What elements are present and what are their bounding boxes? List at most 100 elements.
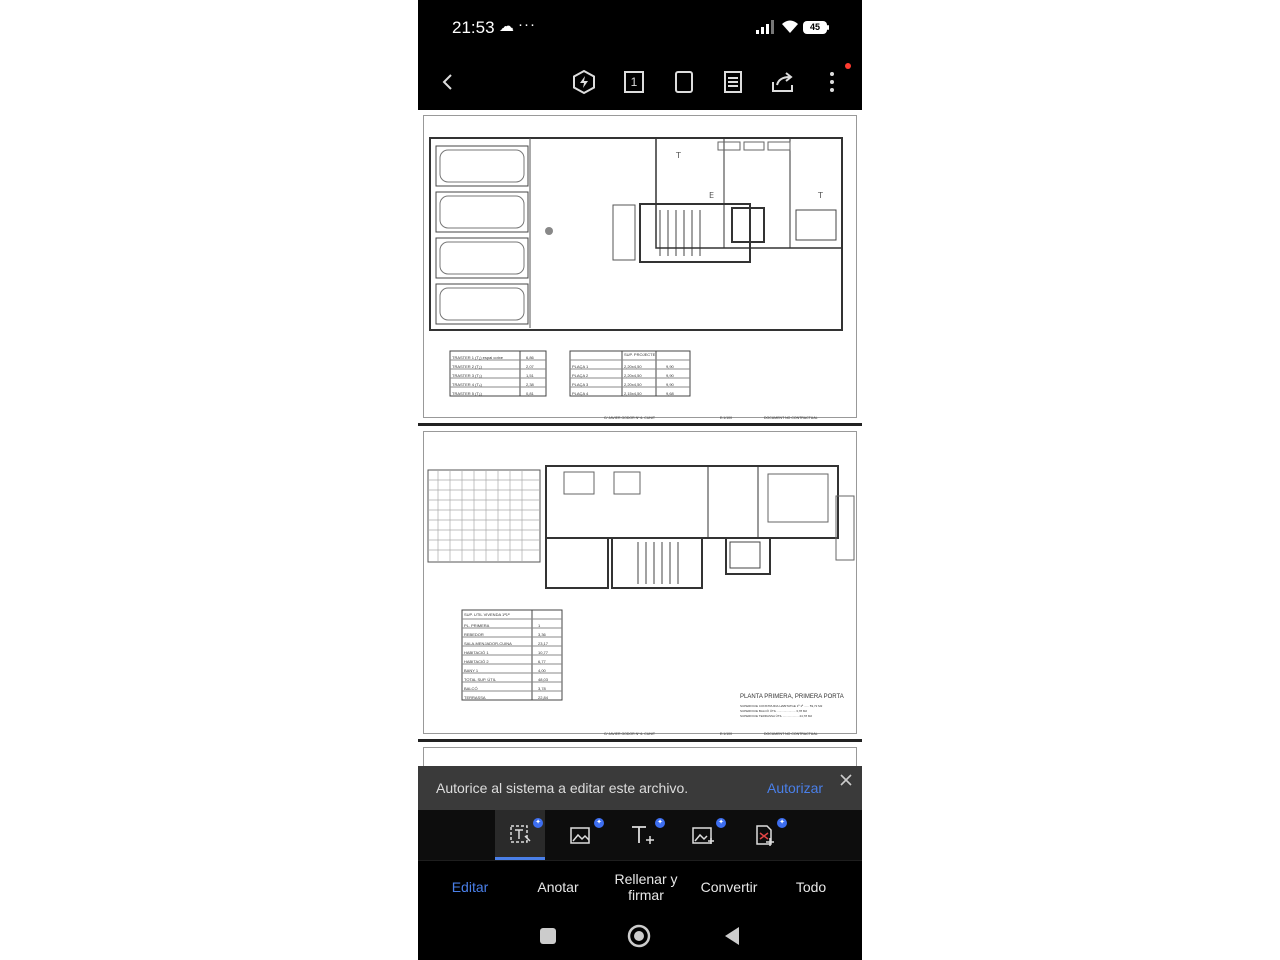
status-more: ···	[518, 16, 536, 33]
document-viewer[interactable]: T E T TRASTER 1 (T₁) espai cotxe TRASTER…	[418, 110, 862, 766]
more-options-button[interactable]	[816, 66, 848, 98]
area-row-9-label: TERRASSA	[464, 695, 486, 700]
banner-message: Autorice al sistema a editar este archiv…	[436, 780, 689, 796]
circle-icon	[627, 924, 651, 948]
parking-table-values: 9,90 9,90 9,90 9,68	[666, 362, 674, 398]
tab-rellenar-firmar[interactable]: Rellenar y firmar	[604, 861, 688, 913]
wifi-icon	[782, 20, 798, 33]
area-table-title: SUP. UTIL VIVENDA 1ª1ª	[464, 612, 510, 617]
parking-row-1-label: PLAÇA 1	[572, 364, 589, 369]
storage-row-2-label: TRASTER 2 (T₂)	[452, 364, 482, 369]
share-icon	[772, 72, 793, 92]
storage-row-1-value: 6,86	[526, 355, 534, 360]
signal-icon	[756, 20, 774, 34]
permission-banner: Autorice al sistema a editar este archiv…	[418, 766, 862, 810]
status-time: 21:53	[452, 18, 495, 37]
area-row-9-value: 22,84	[538, 695, 549, 700]
edit-text-button[interactable]: ✦	[495, 810, 545, 860]
plan-title: PLANTA PRIMERA, PRIMERA PORTA	[740, 694, 844, 700]
add-text-button[interactable]: ✦	[617, 810, 667, 860]
parking-row-4-label: PLAÇA 4	[572, 391, 589, 396]
storage-row-5-label: TRASTER 5 (T₅)	[452, 391, 482, 396]
add-image-button[interactable]: ✦	[678, 810, 728, 860]
smart-tool-button[interactable]	[568, 66, 600, 98]
parking-row-4-dim: 2,15x4,50	[624, 391, 642, 396]
parking-row-2-label: PLAÇA 2	[572, 373, 589, 378]
parking-row-2-dim: 2,20x4,50	[624, 373, 642, 378]
edit-image-button[interactable]: ✦	[556, 810, 606, 860]
area-table-labels: PL. PRIMERA REBEDOR SALA-MENJADOR-CUINA …	[464, 621, 512, 702]
area-row-3-value: 23,17	[538, 641, 549, 646]
pdf-page-2: SUP. UTIL VIVENDA 1ª1ª PL. PRIMERA REBED…	[418, 426, 862, 742]
home-button[interactable]	[627, 924, 651, 948]
back-nav-button[interactable]	[720, 924, 744, 948]
page2-footer-note: DOCUMENT NO CONTRACTUAL	[764, 732, 818, 736]
premium-badge-icon: ✦	[594, 818, 604, 828]
notification-dot	[845, 63, 851, 69]
bottom-tabs: Editar Anotar Rellenar y firmar Converti…	[418, 860, 862, 913]
reader-mode-button[interactable]	[717, 66, 749, 98]
area-row-8-label: BALCÓ	[464, 686, 478, 691]
area-row-2-label: REBEDOR	[464, 632, 484, 637]
premium-badge-icon: ✦	[716, 818, 726, 828]
edit-image-icon	[570, 827, 590, 844]
parking-row-3-label: PLAÇA 3	[572, 382, 589, 387]
area-row-3-label: SALA-MENJADOR-CUINA	[464, 641, 512, 646]
add-image-icon	[692, 827, 714, 844]
top-toolbar: 1	[418, 56, 862, 108]
parking-row-3-value: 9,90	[666, 382, 674, 387]
close-icon[interactable]	[838, 772, 854, 788]
edit-text-icon	[510, 824, 531, 843]
storage-row-4-label: TRASTER 4 (T₄)	[452, 382, 482, 387]
area-row-2-value: 3,36	[538, 632, 546, 637]
area-row-5-label: HABITACIÓ 2	[464, 659, 489, 664]
storage-row-3-value: 1,51	[526, 373, 534, 378]
plan-detail-3: SUPERFICIE TERRASSA ÚTIL ...............…	[740, 714, 813, 718]
page-number: 1	[630, 75, 638, 89]
parking-table-dims: 2,20x4,50 2,20x4,50 2,20x4,50 2,15x4,50	[624, 362, 642, 398]
storage-row-4-value: 2,38	[526, 382, 534, 387]
storage-row-2-value: 2,07	[526, 364, 534, 369]
recent-apps-button[interactable]	[536, 924, 560, 948]
area-row-4-value: 10,77	[538, 650, 549, 655]
parking-row-3-dim: 2,20x4,50	[624, 382, 642, 387]
storage-table-labels: TRASTER 1 (T₁) espai cotxe TRASTER 2 (T₂…	[452, 353, 503, 398]
share-button[interactable]	[767, 66, 799, 98]
chevron-left-icon	[442, 74, 452, 90]
page2-footer-scale: E:1/100	[720, 732, 733, 736]
area-row-6-value: 4,00	[538, 668, 546, 673]
back-button[interactable]	[432, 66, 464, 98]
page1-footer-address: C/ JAVIER GODOR Nº 6. CUNIT	[604, 416, 655, 420]
storage-row-5-value: 0,81	[526, 391, 534, 396]
storage-table-values: 6,86 2,07 1,51 2,38 0,81	[526, 353, 534, 398]
page-number-button[interactable]: 1	[618, 66, 650, 98]
square-icon	[540, 928, 556, 944]
premium-badge-icon: ✦	[655, 818, 665, 828]
cloud-icon: ☁	[499, 18, 514, 35]
status-bar: 21:53 ☁ ··· 45	[418, 0, 862, 56]
tab-anotar[interactable]: Anotar	[518, 861, 598, 913]
edit-tools-bar: ✦ ✦ ✦ ✦ ✦	[418, 810, 862, 860]
parking-table-header: SUP. PROJECTE	[624, 352, 656, 357]
area-row-7-label: TOTAL SUP. ÚTIL	[464, 677, 497, 682]
area-row-1-value: 1	[538, 623, 541, 628]
authorize-button[interactable]: Autorizar	[767, 780, 823, 796]
lightning-hex-icon	[573, 69, 595, 95]
convert-document-button[interactable]: ✦	[739, 810, 789, 860]
area-row-1-label: PL. PRIMERA	[464, 623, 490, 628]
add-text-icon	[632, 826, 654, 844]
pdf-page-3	[418, 742, 862, 766]
page-frame	[423, 747, 857, 766]
tab-editar[interactable]: Editar	[430, 861, 510, 913]
tab-convertir[interactable]: Convertir	[690, 861, 768, 913]
storage-row-1-label: TRASTER 1 (T₁) espai cotxe	[452, 355, 503, 360]
parking-row-2-value: 9,90	[666, 373, 674, 378]
page-frame-icon	[675, 71, 693, 93]
page-view-button[interactable]	[668, 66, 700, 98]
area-row-5-value: 6,77	[538, 659, 546, 664]
area-row-7-value: 48,03	[538, 677, 549, 682]
more-vertical-icon	[830, 72, 834, 92]
area-row-8-value: 3,78	[538, 686, 546, 691]
tab-todo[interactable]: Todo	[774, 861, 848, 913]
pdf-page-1: T E T TRASTER 1 (T₁) espai cotxe TRASTER…	[418, 110, 862, 426]
